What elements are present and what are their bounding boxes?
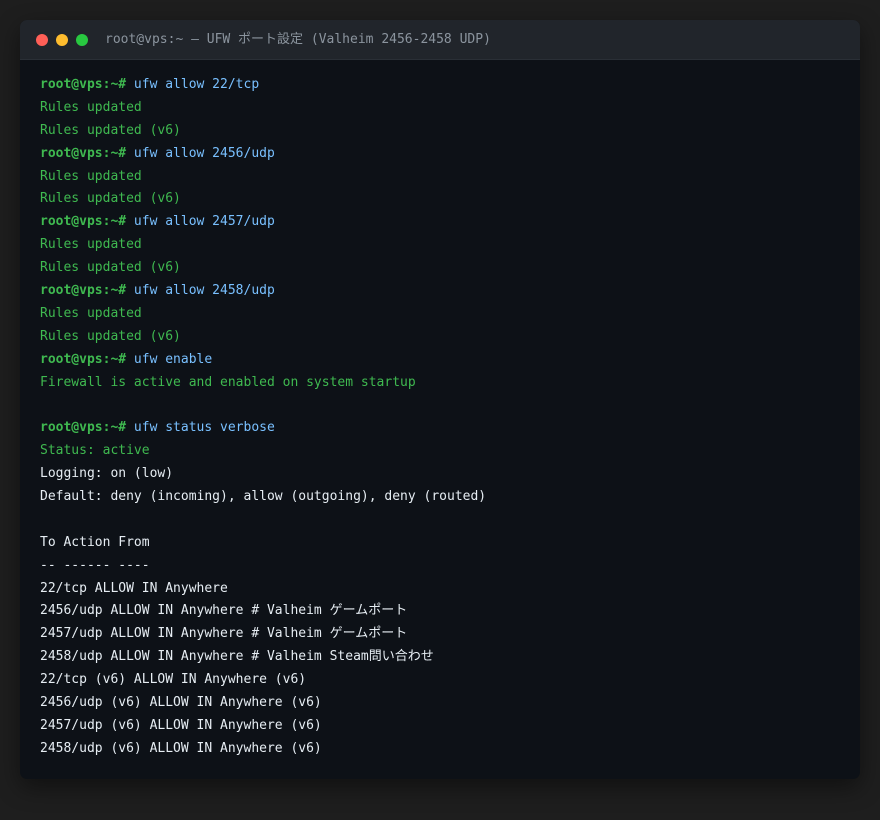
terminal-line: root@vps:~# ufw allow 2457/udp [40,211,840,234]
command-text: ufw status verbose [126,420,275,436]
terminal-line: root@vps:~# ufw allow 22/tcp [40,74,840,97]
terminal-line: Rules updated [40,97,840,120]
output-text: 22/tcp (v6) ALLOW IN Anywhere (v6) [40,672,307,688]
shell-prompt: root@vps:~# [40,77,127,92]
output-text: Rules updated [40,237,142,253]
output-text: Rules updated (v6) [40,328,181,344]
terminal-line: Rules updated [40,166,840,189]
terminal-line: Rules updated (v6) [40,257,840,280]
terminal-line: Firewall is active and enabled on system… [40,372,840,395]
terminal-line: Rules updated (v6) [40,326,840,349]
title-bar: root@vps:~ — UFW ポート設定 (Valheim 2456-245… [20,20,860,60]
command-text: ufw allow 2458/udp [126,283,275,299]
output-text: Firewall is active and enabled on system… [40,374,416,390]
terminal-line: To Action From [40,532,840,555]
terminal-line: root@vps:~# ufw enable [40,349,840,372]
terminal-line: Rules updated (v6) [40,120,840,143]
output-text: Rules updated (v6) [40,122,181,138]
zoom-button[interactable] [76,34,88,46]
terminal-line: Default: deny (incoming), allow (outgoin… [40,486,840,509]
output-text: Rules updated [40,305,142,321]
shell-prompt: root@vps:~# [40,420,127,436]
terminal-window: root@vps:~ — UFW ポート設定 (Valheim 2456-245… [20,20,860,779]
shell-prompt: root@vps:~# [40,283,127,299]
close-button[interactable] [36,34,48,46]
output-text: -- ------ ---- [40,557,150,573]
terminal-line: -- ------ ---- [40,555,840,578]
terminal-line: Rules updated [40,234,840,257]
terminal-line: 2458/udp (v6) ALLOW IN Anywhere (v6) [40,738,840,761]
terminal-line: 2457/udp ALLOW IN Anywhere # Valheim ゲーム… [40,623,840,646]
terminal-line: 2457/udp (v6) ALLOW IN Anywhere (v6) [40,715,840,738]
terminal-line: 2456/udp ALLOW IN Anywhere # Valheim ゲーム… [40,600,840,623]
command-text: ufw allow 22/tcp [126,77,260,92]
output-text: Default: deny (incoming), allow (outgoin… [40,489,487,505]
output-text: Status: active [40,443,150,459]
output-text: 2456/udp ALLOW IN Anywhere # Valheim ゲーム… [40,603,408,619]
output-text: 2456/udp (v6) ALLOW IN Anywhere (v6) [40,695,322,711]
terminal-line: Rules updated (v6) [40,188,840,211]
shell-prompt: root@vps:~# [40,145,127,161]
terminal-line: Status: active [40,440,840,463]
terminal-line: 22/tcp (v6) ALLOW IN Anywhere (v6) [40,669,840,692]
output-text: 2458/udp ALLOW IN Anywhere # Valheim Ste… [40,649,434,665]
shell-prompt: root@vps:~# [40,214,127,230]
shell-prompt: root@vps:~# [40,351,127,367]
terminal-line: 2456/udp (v6) ALLOW IN Anywhere (v6) [40,692,840,715]
terminal-line: root@vps:~# ufw allow 2458/udp [40,280,840,303]
terminal-line: 2458/udp ALLOW IN Anywhere # Valheim Ste… [40,646,840,669]
output-text: 2457/udp (v6) ALLOW IN Anywhere (v6) [40,717,322,733]
minimize-button[interactable] [56,34,68,46]
command-text: ufw allow 2456/udp [126,145,275,161]
output-text: Logging: on (low) [40,466,174,482]
output-text: Rules updated (v6) [40,191,181,207]
terminal-line: Logging: on (low) [40,463,840,486]
terminal-line: 22/tcp ALLOW IN Anywhere [40,578,840,601]
command-text: ufw enable [126,351,213,367]
window-title: root@vps:~ — UFW ポート設定 (Valheim 2456-245… [105,32,491,47]
terminal-line: root@vps:~# ufw status verbose [40,417,840,440]
output-text: Rules updated [40,168,142,184]
output-text: 2458/udp (v6) ALLOW IN Anywhere (v6) [40,740,322,756]
terminal-output[interactable]: root@vps:~# ufw allow 22/tcp Rules update… [40,74,840,761]
terminal-line: root@vps:~# ufw allow 2456/udp [40,143,840,166]
output-text: 22/tcp ALLOW IN Anywhere [40,580,228,596]
terminal-line: Rules updated [40,303,840,326]
output-text: 2457/udp ALLOW IN Anywhere # Valheim ゲーム… [40,626,408,642]
command-text: ufw allow 2457/udp [126,214,275,230]
output-text: Rules updated (v6) [40,260,181,276]
output-text: Rules updated [40,99,142,115]
output-text: To Action From [40,534,150,550]
